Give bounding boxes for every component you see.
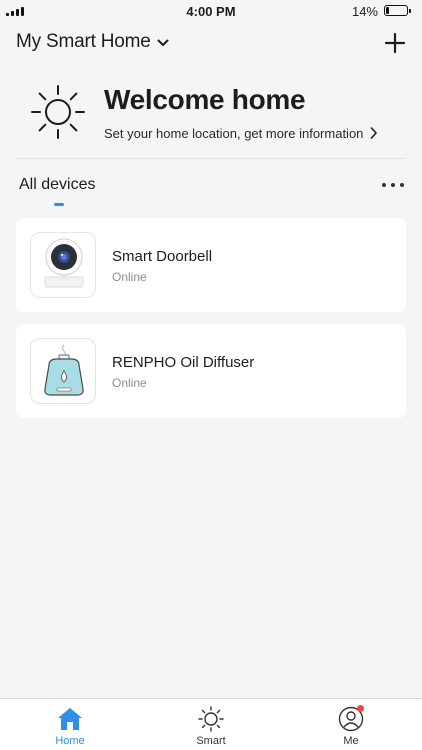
plus-icon[interactable] bbox=[384, 32, 406, 54]
sun-icon bbox=[198, 706, 224, 732]
tab-smart[interactable]: Smart bbox=[171, 703, 251, 749]
device-name: RENPHO Oil Diffuser bbox=[112, 354, 255, 371]
tab-label: Home bbox=[55, 735, 85, 747]
device-status: Online bbox=[112, 270, 147, 284]
battery-percent: 14% bbox=[351, 4, 378, 19]
battery-level bbox=[386, 7, 389, 14]
home-name: My Smart Home bbox=[16, 31, 151, 52]
sun-icon bbox=[31, 85, 85, 139]
home-selector[interactable]: My Smart Home bbox=[16, 31, 169, 53]
device-card-oil-diffuser[interactable]: RENPHO Oil Diffuser Online bbox=[16, 324, 406, 418]
tab-me[interactable]: Me bbox=[311, 703, 391, 749]
tab-label: Smart bbox=[196, 735, 226, 747]
device-card-smart-doorbell[interactable]: Smart Doorbell Online bbox=[16, 218, 406, 312]
tab-label: Me bbox=[343, 735, 359, 747]
tab-indicator bbox=[54, 203, 64, 206]
welcome-title: Welcome home bbox=[104, 84, 306, 115]
welcome-subtitle: Set your home location, get more informa… bbox=[104, 126, 364, 141]
tab-home[interactable]: Home bbox=[30, 703, 110, 749]
chevron-down-icon bbox=[157, 39, 169, 46]
device-status: Online bbox=[112, 376, 147, 390]
tab-all-devices[interactable]: All devices bbox=[19, 176, 95, 194]
bottom-tab-bar: Home Smart Me bbox=[0, 698, 422, 750]
notification-badge bbox=[357, 705, 364, 712]
camera-icon bbox=[30, 232, 96, 298]
status-bar: 4:00 PM 14% bbox=[0, 0, 422, 22]
home-icon bbox=[58, 708, 82, 730]
welcome-banner[interactable]: Welcome home Set your home location, get… bbox=[28, 84, 403, 160]
device-name: Smart Doorbell bbox=[112, 248, 213, 265]
battery-icon bbox=[384, 5, 411, 16]
app-screen: 4:00 PM 14% My Smart Home Welcome home S… bbox=[0, 0, 422, 750]
divider bbox=[16, 158, 406, 159]
more-icon[interactable] bbox=[382, 180, 404, 190]
diffuser-icon bbox=[30, 338, 96, 404]
chevron-right-icon bbox=[370, 127, 377, 139]
